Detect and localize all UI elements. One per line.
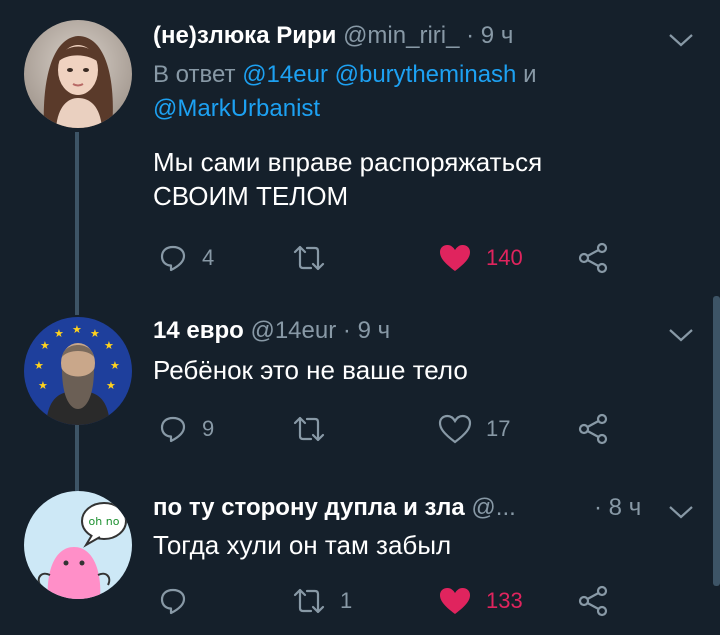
avatar[interactable] [24,20,132,128]
tweet-text: Мы сами вправе распоряжаться СВОИМ ТЕЛОМ [153,145,673,213]
svg-text:★: ★ [104,339,114,352]
like-count: 133 [486,588,523,613]
share-icon [578,413,608,445]
retweet-button[interactable] [292,411,340,447]
svg-text:★: ★ [110,359,120,372]
user-handle[interactable]: @14eur [250,317,336,344]
retweet-icon [293,245,325,271]
chevron-down-icon[interactable] [666,502,696,522]
tweet-time: · 8 ч [594,490,658,526]
like-button[interactable]: 140 [438,240,523,276]
tweet-header: 14 евро @14eur · 9 ч [153,313,628,349]
share-button[interactable] [578,583,610,619]
like-count: 140 [486,245,523,270]
reply-button[interactable]: 9 [158,411,214,447]
retweet-icon [293,416,325,442]
like-icon [440,245,470,271]
svg-text:★: ★ [54,327,64,340]
reply-icon [160,245,186,272]
reply-icon [160,588,186,615]
tweet-header: по ту сторону дупла и зла @... [153,490,610,526]
reply-mention-link[interactable]: @MarkUrbanist [153,95,320,122]
tweet[interactable]: ★ ★ ★ ★ ★ ★ ★ ★ ★ 14 евро @14eur · 9 ч Ребёно… [0,295,720,475]
retweet-icon [293,588,325,614]
retweet-button[interactable]: 1 [292,583,352,619]
user-handle[interactable]: @min_riri_ [343,22,459,49]
like-icon [440,588,470,614]
share-button[interactable] [578,240,610,276]
avatar-speech-text: oh no [89,515,120,528]
share-icon [578,242,608,274]
timestamp[interactable]: 9 ч [481,22,514,49]
reply-button[interactable] [158,583,202,619]
tweet-text: Ребёнок это не ваше тело [153,353,673,387]
retweet-button[interactable] [292,240,340,276]
tweet-text-line: Ребёнок это не ваше тело [153,355,468,385]
thread-line [75,132,79,295]
user-handle[interactable]: @... [471,494,515,521]
separator-dot: · [466,22,475,49]
reply-button[interactable]: 4 [158,240,214,276]
thread-line [75,295,79,315]
reply-mention-link[interactable]: @14eur [242,61,328,88]
scrollbar[interactable] [713,296,720,586]
timestamp[interactable]: 8 ч [609,494,642,521]
separator-dot: · [342,317,351,344]
svg-text:★: ★ [40,339,50,352]
tweet-text-line: Тогда хули он там забыл [153,530,452,560]
reply-count: 9 [202,416,215,441]
separator-dot: · [594,494,602,521]
svg-text:★: ★ [106,379,116,392]
thread-line [75,425,79,475]
like-button[interactable]: 133 [438,583,523,619]
display-name[interactable]: по ту сторону дупла и зла [153,494,465,521]
tweet-text-line: СВОИМ ТЕЛОМ [153,181,349,211]
svg-text:★: ★ [72,323,82,336]
retweet-count: 1 [340,588,353,613]
svg-text:★: ★ [38,379,48,392]
reply-context: В ответ @14eur @burytheminash и @MarkUrb… [153,58,653,126]
like-icon [438,414,472,444]
tweet-header: (не)злюка Рири @min_riri_ · 9 ч [153,18,628,54]
reply-mention-link[interactable]: @burytheminash [335,61,517,88]
like-count: 17 [486,416,511,441]
timestamp[interactable]: 9 ч [358,317,391,344]
tweet-text-line: Мы сами вправе распоряжаться [153,147,543,177]
display-name[interactable]: 14 евро [153,317,244,344]
avatar[interactable]: oh no [24,491,132,599]
reply-count: 4 [202,245,215,270]
tweet[interactable]: (не)злюка Рири @min_riri_ · 9 ч В ответ … [0,0,720,295]
reply-prefix: В ответ [153,61,236,88]
tweet-text: Тогда хули он там забыл [153,528,673,562]
like-button[interactable]: 17 [438,411,510,447]
display-name[interactable]: (не)злюка Рири [153,22,336,49]
chevron-down-icon[interactable] [666,325,696,345]
svg-text:★: ★ [90,327,100,340]
thread-line [75,475,79,491]
share-button[interactable] [578,411,610,447]
tweet[interactable]: oh no по ту сторону дупла и зла @... · 8… [0,475,720,635]
share-icon [578,585,608,617]
chevron-down-icon[interactable] [666,30,696,50]
reply-and: и [523,61,537,88]
svg-text:★: ★ [34,359,44,372]
avatar[interactable]: ★ ★ ★ ★ ★ ★ ★ ★ ★ [24,317,132,425]
reply-icon [160,416,186,443]
